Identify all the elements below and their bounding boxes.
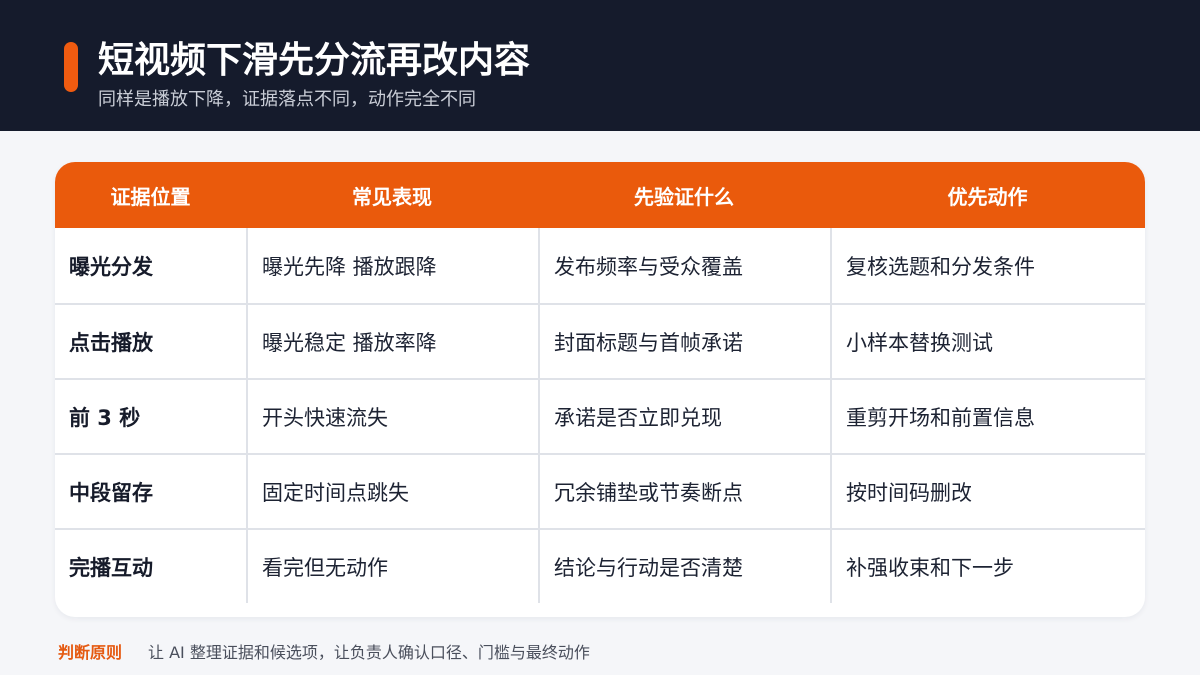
row-label: 曝光分发 xyxy=(69,254,153,279)
table-cell: 小样本替换测试 xyxy=(830,305,1145,378)
table-cell: 结论与行动是否清楚 xyxy=(538,530,830,603)
table-cell: 曝光稳定 播放率降 xyxy=(246,305,538,378)
row-label: 完播互动 xyxy=(69,555,153,580)
table-cell: 开头快速流失 xyxy=(246,380,538,453)
row-label: 中段留存 xyxy=(69,480,153,505)
column-header-evidence-location: 证据位置 xyxy=(110,184,191,209)
column-header-verify-first: 先验证什么 xyxy=(634,184,734,209)
evidence-table: 证据位置 常见表现 先验证什么 优先动作 曝光分发 曝光先降 播放跟降 发布频率… xyxy=(55,162,1145,617)
table-cell: 封面标题与首帧承诺 xyxy=(538,305,830,378)
table-cell: 冗余铺垫或节奏断点 xyxy=(538,455,830,528)
table-body: 曝光分发 曝光先降 播放跟降 发布频率与受众覆盖 复核选题和分发条件 点击播放 … xyxy=(55,228,1145,603)
row-label: 点击播放 xyxy=(69,330,153,355)
title-accent-bar xyxy=(64,42,78,92)
table-cell: 复核选题和分发条件 xyxy=(830,228,1145,303)
table-row: 前 3 秒 开头快速流失 承诺是否立即兑现 重剪开场和前置信息 xyxy=(55,378,1145,453)
table-row: 中段留存 固定时间点跳失 冗余铺垫或节奏断点 按时间码删改 xyxy=(55,453,1145,528)
page-title: 短视频下滑先分流再改内容 xyxy=(98,40,531,81)
table-row: 点击播放 曝光稳定 播放率降 封面标题与首帧承诺 小样本替换测试 xyxy=(55,303,1145,378)
footer-note: 判断原则 让 AI 整理证据和候选项，让负责人确认口径、门槛与最终动作 xyxy=(58,638,590,664)
footer-label: 判断原则 xyxy=(58,643,123,662)
table-cell: 发布频率与受众覆盖 xyxy=(538,228,830,303)
header: 短视频下滑先分流再改内容 同样是播放下降，证据落点不同，动作完全不同 xyxy=(0,0,1200,131)
column-header-common-symptom: 常见表现 xyxy=(352,184,432,209)
footer-text: 让 AI 整理证据和候选项，让负责人确认口径、门槛与最终动作 xyxy=(148,643,590,662)
table-cell: 曝光先降 播放跟降 xyxy=(246,228,538,303)
table-cell: 固定时间点跳失 xyxy=(246,455,538,528)
table-cell: 重剪开场和前置信息 xyxy=(830,380,1145,453)
table-cell: 承诺是否立即兑现 xyxy=(538,380,830,453)
table-row: 曝光分发 曝光先降 播放跟降 发布频率与受众覆盖 复核选题和分发条件 xyxy=(55,228,1145,303)
table-cell: 补强收束和下一步 xyxy=(830,530,1145,603)
page-subtitle: 同样是播放下降，证据落点不同，动作完全不同 xyxy=(98,89,476,110)
column-header-priority-action: 优先动作 xyxy=(947,184,1028,209)
table-header-row: 证据位置 常见表现 先验证什么 优先动作 xyxy=(55,162,1145,228)
table-cell: 按时间码删改 xyxy=(830,455,1145,528)
row-label: 前 3 秒 xyxy=(69,405,141,430)
table-cell: 看完但无动作 xyxy=(246,530,538,603)
table-row: 完播互动 看完但无动作 结论与行动是否清楚 补强收束和下一步 xyxy=(55,528,1145,603)
